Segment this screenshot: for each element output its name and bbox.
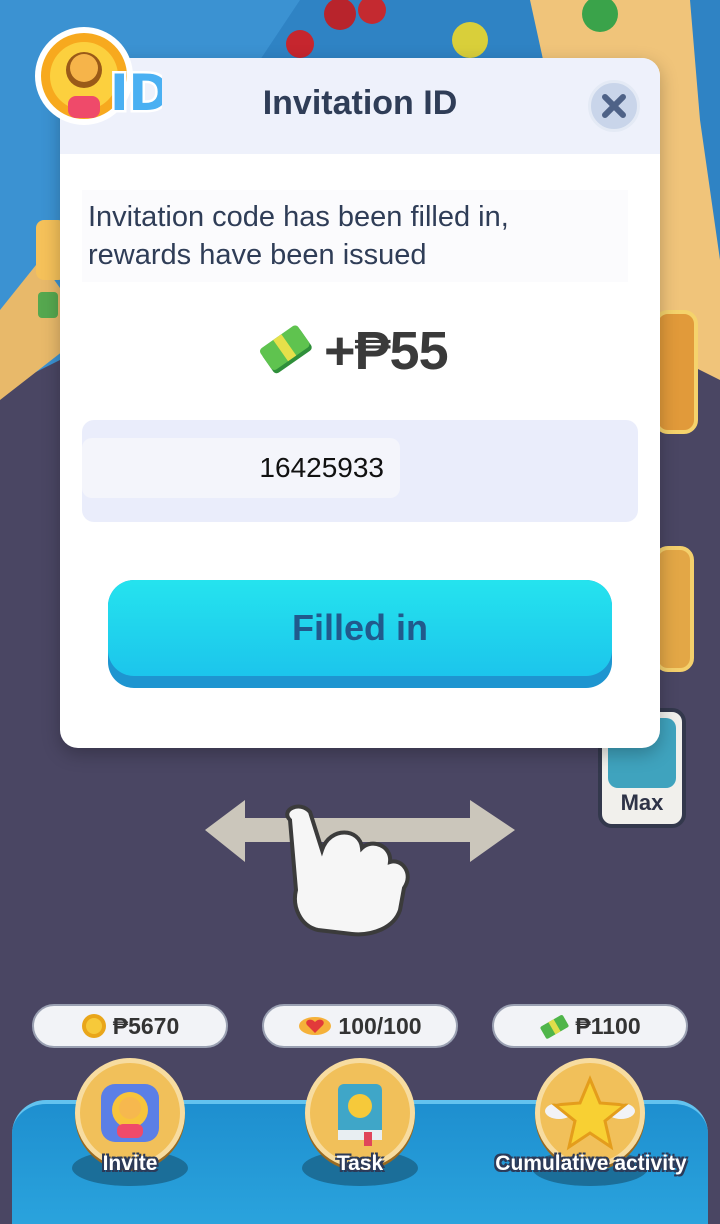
invite-icon [101, 1084, 159, 1142]
coin-icon [81, 1013, 107, 1039]
star-icon [545, 1075, 635, 1151]
code-panel: 16425933 [82, 420, 638, 522]
energy-counter-value: 100/100 [338, 1012, 422, 1039]
heart-icon [298, 1013, 332, 1039]
close-icon [602, 94, 626, 118]
close-button[interactable] [588, 80, 640, 132]
cash-icon [539, 1013, 569, 1039]
task-label: Task [336, 1152, 384, 1175]
filled-in-button-label: Filled in [291, 607, 428, 648]
reward-row: +₱55 [256, 316, 449, 386]
energy-counter: 100/100 [262, 1004, 458, 1048]
invitation-dialog: Invitation ID ID Invitation code has bee… [35, 27, 660, 748]
coin-balance-value: ₱5670 [112, 1012, 180, 1039]
invitation-code-field[interactable]: 16425933 [82, 438, 400, 498]
invite-label: Invite [102, 1152, 158, 1175]
coin-balance: ₱5670 [32, 1004, 228, 1048]
filled-in-button-face: Filled in [108, 580, 612, 676]
reward-message: Invitation code has been filled in, rewa… [88, 201, 509, 271]
reward-amount: +₱55 [324, 321, 449, 381]
cumulative-activity-label: Cumulative activity [495, 1152, 687, 1175]
cash-balance: ₱1100 [492, 1004, 688, 1048]
book-icon [338, 1084, 382, 1146]
max-button-label: Max [620, 790, 664, 815]
id-badge-label: ID [110, 64, 162, 122]
cash-icon [259, 325, 312, 374]
cash-balance-value: ₱1100 [575, 1012, 641, 1039]
filled-in-button[interactable]: Filled in [108, 580, 612, 688]
id-badge-icon: ID [35, 27, 162, 125]
